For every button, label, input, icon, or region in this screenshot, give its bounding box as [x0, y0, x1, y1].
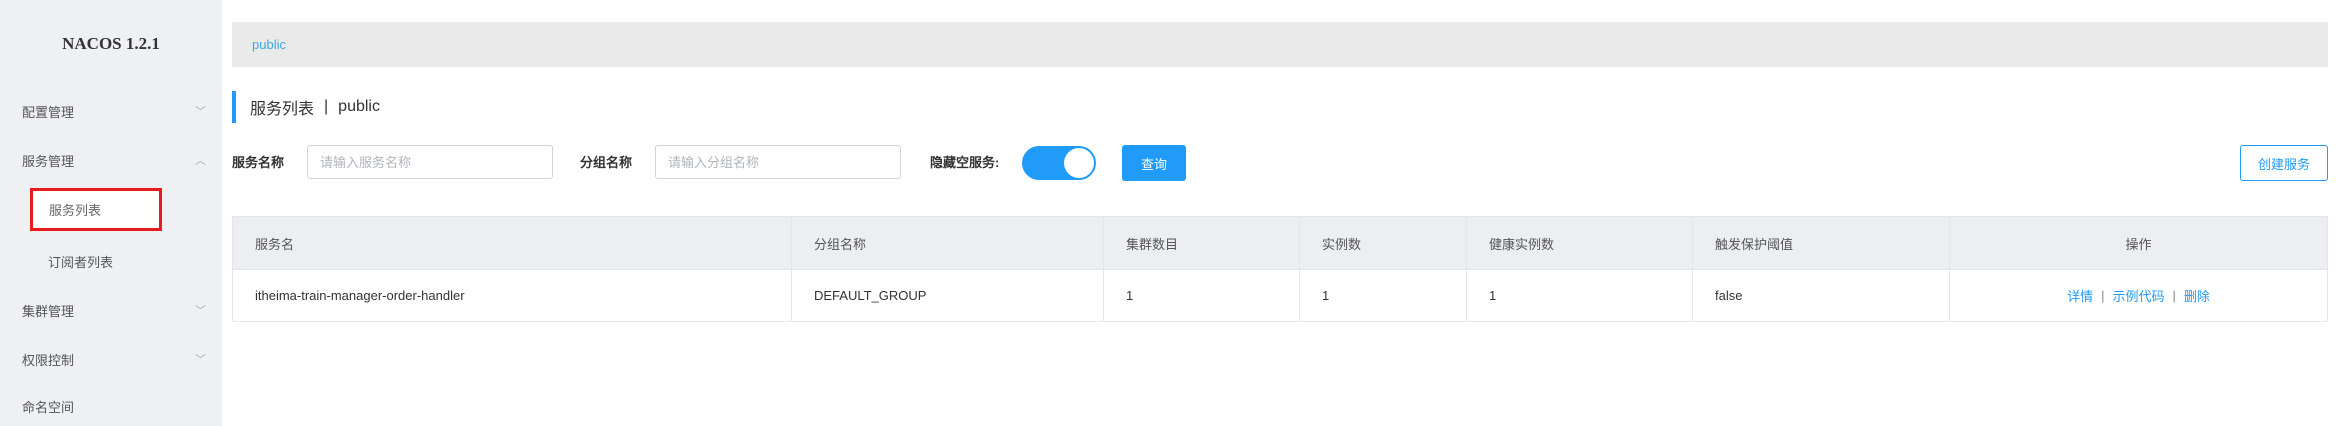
detail-link[interactable]: 详情: [2067, 286, 2093, 305]
col-protect-threshold[interactable]: 触发保护阈值: [1693, 217, 1950, 269]
delete-link[interactable]: 删除: [2184, 286, 2210, 305]
chevron-down-icon: ﹀: [195, 354, 206, 366]
sidebar-item-namespace[interactable]: 命名空间: [0, 386, 222, 426]
col-cluster-count[interactable]: 集群数目: [1104, 217, 1300, 269]
group-name-input[interactable]: [655, 145, 901, 179]
search-bar: 服务名称 分组名称 隐藏空服务: 查询 创建服务: [232, 145, 2328, 181]
toggle-knob: [1064, 148, 1094, 178]
sidebar-item-cluster[interactable]: 集群管理 ﹀: [0, 290, 222, 330]
title-accent-bar: [232, 91, 236, 123]
chevron-up-icon: ︿: [195, 155, 206, 167]
cell-instance-count: 1: [1300, 269, 1467, 322]
action-separator: |: [2172, 288, 2176, 303]
brand-logo: NACOS 1.2.1: [62, 33, 160, 53]
sidebar-item-service-list[interactable]: 服务列表: [30, 188, 162, 231]
action-separator: |: [2101, 288, 2105, 303]
sidebar-item-label: 配置管理: [22, 104, 75, 120]
create-service-button[interactable]: 创建服务: [2240, 145, 2328, 181]
cell-actions: 详情 | 示例代码 | 删除: [1950, 270, 2327, 322]
service-name-label: 服务名称: [232, 155, 285, 170]
cell-service-name: itheima-train-manager-order-handler: [233, 269, 792, 322]
query-button[interactable]: 查询: [1122, 145, 1186, 181]
col-actions: 操作: [2125, 236, 2152, 252]
col-healthy-count[interactable]: 健康实例数: [1467, 217, 1693, 269]
col-instance-count[interactable]: 实例数: [1300, 217, 1467, 269]
sidebar-item-label: 服务管理: [22, 153, 75, 169]
sidebar-item-service-management[interactable]: 服务管理 ︿: [0, 140, 222, 180]
page-namespace: public: [338, 98, 380, 115]
sidebar-item-label: 权限控制: [22, 352, 75, 368]
cell-protect-threshold: false: [1693, 269, 1950, 322]
col-service-name[interactable]: 服务名: [233, 217, 792, 269]
chevron-down-icon: ﹀: [195, 305, 206, 317]
group-name-label: 分组名称: [580, 155, 633, 170]
sidebar: NACOS 1.2.1 配置管理 ﹀ 服务管理 ︿ 服务列表 订阅者列表 集群管…: [0, 0, 222, 426]
table-header: 服务名 分组名称 集群数目 实例数 健康实例数 触发保护阈值 操作: [233, 217, 2327, 269]
sidebar-item-config[interactable]: 配置管理 ﹀: [0, 91, 222, 131]
service-table: 服务名 分组名称 集群数目 实例数 健康实例数 触发保护阈值 操作 itheim…: [232, 216, 2328, 322]
page-title: 服务列表: [250, 101, 315, 118]
title-separator: |: [324, 98, 329, 115]
chevron-down-icon: ﹀: [195, 106, 206, 118]
sidebar-item-auth[interactable]: 权限控制 ﹀: [0, 339, 222, 379]
main-content: public 服务列表 | public 服务名称 分组名称 隐藏空服务: 查询…: [222, 0, 2348, 426]
sample-code-link[interactable]: 示例代码: [2112, 286, 2164, 305]
table-row: itheima-train-manager-order-handler DEFA…: [233, 269, 2327, 322]
col-group-name[interactable]: 分组名称: [792, 217, 1104, 269]
cell-group-name: DEFAULT_GROUP: [792, 269, 1104, 322]
hide-empty-label: 隐藏空服务:: [930, 155, 1000, 170]
sidebar-item-label: 集群管理: [22, 303, 75, 319]
nacos-console: NACOS 1.2.1 配置管理 ﹀ 服务管理 ︿ 服务列表 订阅者列表 集群管…: [0, 0, 2348, 426]
service-name-input[interactable]: [307, 145, 553, 179]
cell-cluster-count: 1: [1104, 269, 1300, 322]
page-header: 服务列表 | public: [232, 90, 380, 124]
sidebar-item-subscribers[interactable]: 订阅者列表: [48, 252, 113, 271]
sidebar-item-label: 服务列表: [49, 203, 102, 218]
hide-empty-toggle[interactable]: [1022, 146, 1096, 180]
namespace-tab-public[interactable]: public: [232, 22, 2328, 67]
cell-healthy-count: 1: [1467, 269, 1693, 322]
sidebar-item-label: 命名空间: [22, 399, 75, 415]
